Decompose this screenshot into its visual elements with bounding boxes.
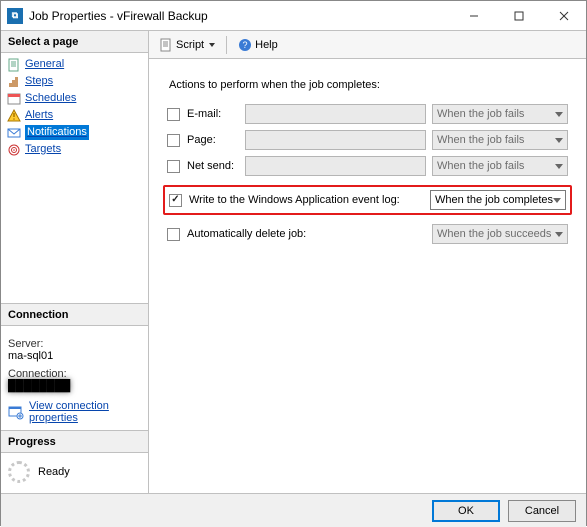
help-button[interactable]: ? Help <box>234 36 282 54</box>
connection-header: Connection <box>1 304 148 326</box>
autodelete-label: Automatically delete job: <box>187 228 432 240</box>
svg-text:?: ? <box>243 40 248 50</box>
row-email: E-mail: When the job fails <box>163 101 572 127</box>
script-label: Script <box>176 39 204 51</box>
select-page-header: Select a page <box>1 31 148 53</box>
eventlog-checkbox[interactable] <box>169 194 182 207</box>
page-icon <box>7 58 21 72</box>
page-label: Page: <box>187 134 239 146</box>
toolbar: Script ? Help <box>149 31 586 59</box>
select-value: When the job fails <box>437 160 524 172</box>
page-label: Alerts <box>25 108 53 123</box>
form-title: Actions to perform when the job complete… <box>169 79 572 91</box>
select-value: When the job fails <box>437 134 524 146</box>
cancel-button[interactable]: Cancel <box>508 500 576 522</box>
chevron-down-icon <box>553 198 561 203</box>
notify-icon <box>7 126 21 140</box>
left-panel: Select a page General Steps Schedules Al… <box>1 31 149 493</box>
eventlog-label: Write to the Windows Application event l… <box>189 194 430 206</box>
progress-section: Progress Ready <box>1 430 148 493</box>
connection-value: ████████ <box>8 380 141 392</box>
page-label: Notifications <box>25 125 89 140</box>
page-list: General Steps Schedules Alerts Notificat… <box>1 53 148 161</box>
autodelete-when-select[interactable]: When the job succeeds <box>432 224 568 244</box>
page-operator-input[interactable] <box>245 130 426 150</box>
minimize-button[interactable] <box>451 1 496 31</box>
connection-props-icon <box>8 404 24 420</box>
view-connection-properties-link[interactable]: View connection properties <box>1 394 148 430</box>
row-netsend: Net send: When the job fails <box>163 153 572 179</box>
select-value: When the job succeeds <box>437 228 551 240</box>
page-targets[interactable]: Targets <box>5 141 144 158</box>
chevron-down-icon <box>555 164 563 169</box>
chevron-down-icon <box>555 138 563 143</box>
row-eventlog: Write to the Windows Application event l… <box>163 185 572 215</box>
help-label: Help <box>255 39 278 51</box>
email-operator-input[interactable] <box>245 104 426 124</box>
maximize-button[interactable] <box>496 1 541 31</box>
select-value: When the job completes <box>435 194 553 206</box>
email-checkbox[interactable] <box>167 108 180 121</box>
target-icon <box>7 143 21 157</box>
page-label: Schedules <box>25 91 76 106</box>
server-label: Server: <box>8 338 141 350</box>
email-when-select[interactable]: When the job fails <box>432 104 568 124</box>
progress-spinner-icon <box>8 461 30 483</box>
eventlog-when-select[interactable]: When the job completes <box>430 190 566 210</box>
netsend-operator-input[interactable] <box>245 156 426 176</box>
page-checkbox[interactable] <box>167 134 180 147</box>
progress-status: Ready <box>38 466 70 478</box>
select-value: When the job fails <box>437 108 524 120</box>
script-button[interactable]: Script <box>155 36 219 54</box>
dialog-footer: OK Cancel <box>1 493 586 527</box>
autodelete-checkbox[interactable] <box>167 228 180 241</box>
script-icon <box>159 38 173 52</box>
netsend-checkbox[interactable] <box>167 160 180 173</box>
page-general[interactable]: General <box>5 56 144 73</box>
title-bar: ⧉ Job Properties - vFirewall Backup <box>1 1 586 31</box>
link-label: View connection properties <box>29 400 141 424</box>
ok-button[interactable]: OK <box>432 500 500 522</box>
page-steps[interactable]: Steps <box>5 73 144 90</box>
page-alerts[interactable]: Alerts <box>5 107 144 124</box>
row-autodelete: Automatically delete job: When the job s… <box>163 221 572 247</box>
page-label: Steps <box>25 74 53 89</box>
progress-header: Progress <box>1 431 148 453</box>
schedule-icon <box>7 92 21 106</box>
netsend-when-select[interactable]: When the job fails <box>432 156 568 176</box>
steps-icon <box>7 75 21 89</box>
app-icon: ⧉ <box>7 8 23 24</box>
row-page: Page: When the job fails <box>163 127 572 153</box>
chevron-down-icon <box>555 232 563 237</box>
connection-section: Connection Server: ma-sql01 Connection: … <box>1 303 148 430</box>
page-notifications[interactable]: Notifications <box>5 124 144 141</box>
server-value: ma-sql01 <box>8 350 141 362</box>
connection-label: Connection: <box>8 368 141 380</box>
notifications-form: Actions to perform when the job complete… <box>149 59 586 247</box>
netsend-label: Net send: <box>187 160 239 172</box>
window-title: Job Properties - vFirewall Backup <box>29 9 451 23</box>
page-label: General <box>25 57 64 72</box>
page-label: Targets <box>25 142 61 157</box>
right-panel: Script ? Help Actions to perform when th… <box>149 31 586 493</box>
close-button[interactable] <box>541 1 586 31</box>
alert-icon <box>7 109 21 123</box>
page-schedules[interactable]: Schedules <box>5 90 144 107</box>
email-label: E-mail: <box>187 108 239 120</box>
chevron-down-icon <box>555 112 563 117</box>
chevron-down-icon <box>209 43 215 47</box>
page-when-select[interactable]: When the job fails <box>432 130 568 150</box>
button-label: OK <box>458 505 474 517</box>
toolbar-separator <box>226 36 227 54</box>
help-icon: ? <box>238 38 252 52</box>
button-label: Cancel <box>525 505 559 517</box>
